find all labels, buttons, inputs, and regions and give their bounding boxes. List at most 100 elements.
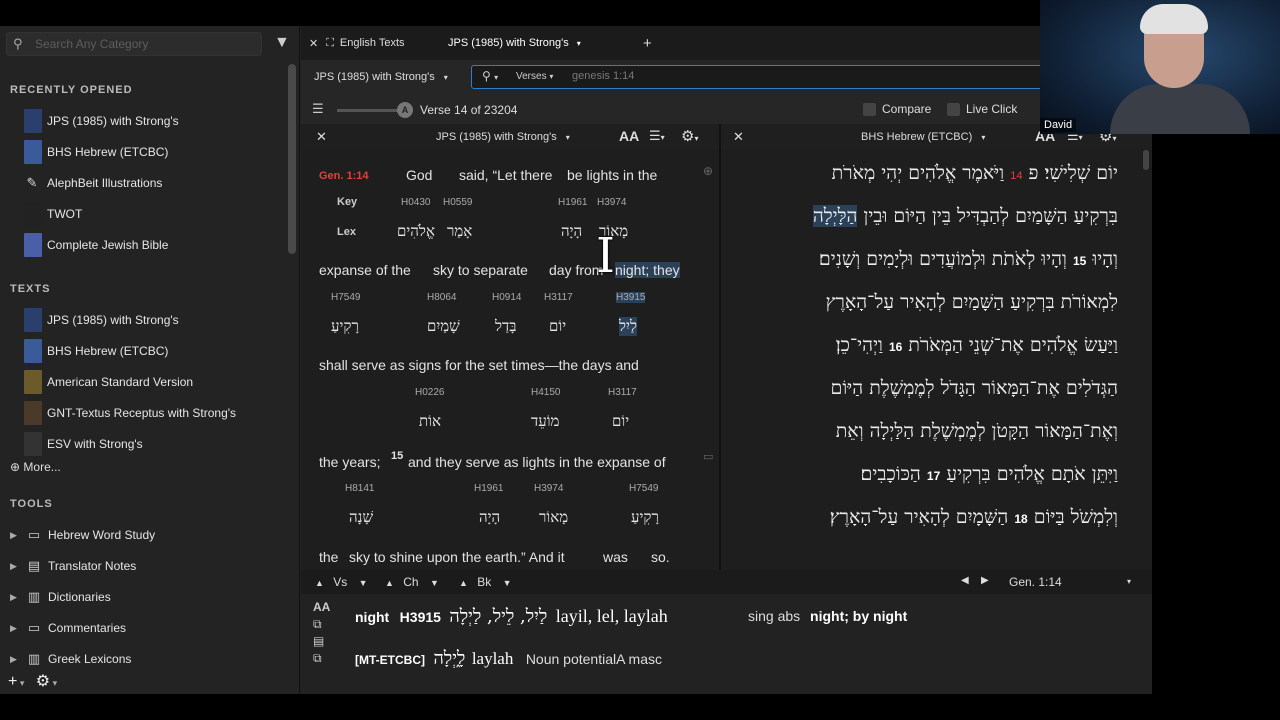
recent-item[interactable]: Complete Jewish Bible — [24, 232, 284, 258]
tab-jps[interactable]: JPS (1985) with Strong's ▾ — [448, 26, 581, 60]
verse-number[interactable]: 15 — [1073, 254, 1086, 268]
hebrew-verse-line[interactable]: וַיַּעַשׂ אֱלֹהִים אֶת־שְׁנֵי הַמְּאֹרֹת… — [836, 334, 1118, 357]
expand-triangle-icon[interactable]: ▶ — [10, 592, 20, 603]
expand-triangle-icon[interactable]: ▶ — [10, 561, 20, 572]
note-icon[interactable]: ▭ — [703, 450, 713, 463]
recent-item[interactable]: ✎ AlephBeit Illustrations — [24, 170, 284, 196]
hebrew-text[interactable]: וְלִמְשֹׁל בַּיּוֹם — [1034, 506, 1118, 528]
hebrew-lemma[interactable]: יוֹם — [549, 317, 566, 336]
hebrew-lemma[interactable]: מוֹעֵד — [531, 412, 559, 431]
english-word[interactable]: said, “Let there — [459, 167, 552, 183]
recent-item[interactable]: BHS Hebrew (ETCBC) — [24, 139, 284, 165]
hebrew-lemma-selected[interactable]: לַיִל — [619, 317, 637, 336]
live-click-toggle[interactable]: Live Click — [947, 102, 1017, 116]
hebrew-verse-line[interactable]: לִמְאוֹרֹת בִּרְקִיעַ הַשָּׁמַיִם לְהָאִ… — [826, 291, 1118, 314]
strongs-number[interactable]: H7549 — [629, 483, 658, 494]
font-size-icon[interactable]: AA — [313, 600, 333, 617]
right-pane-scrollbar[interactable] — [1143, 150, 1149, 170]
reference-select[interactable]: Gen. 1:14 ▾ — [1009, 575, 1131, 589]
expand-triangle-icon[interactable]: ▶ — [10, 623, 20, 634]
strongs-number[interactable]: H3117 — [544, 292, 573, 303]
hebrew-lemma[interactable]: הָיָה — [479, 508, 500, 527]
hebrew-verse-line[interactable]: וַיִּתֵּן אֹתָם אֱלֹהִים בִּרְקִיעַ 17 ה… — [861, 463, 1119, 486]
english-word[interactable]: shall serve as signs for the set times—t… — [319, 357, 639, 373]
slider-knob[interactable]: A — [397, 102, 413, 118]
live-click-checkbox[interactable] — [947, 102, 960, 116]
selected-strongs[interactable]: H3915 — [400, 609, 441, 625]
english-word[interactable]: God — [406, 167, 432, 183]
strongs-number[interactable]: H4150 — [531, 387, 560, 398]
english-word[interactable]: sky to shine upon the earth.” And it — [349, 549, 565, 565]
list-icon[interactable]: ☰ — [312, 101, 324, 117]
hebrew-verse-line[interactable]: בִּרְקִיעַ הַשָּׁמַיִם לְהַבְדִּיל בֵּין… — [812, 205, 1118, 228]
hebrew-text[interactable]: יוֹם שְׁלִישִׁי׃ פ — [1029, 162, 1119, 184]
add-tab-button[interactable]: + — [643, 26, 652, 60]
compare-toggle[interactable]: Compare — [863, 102, 931, 116]
chapter-nav[interactable]: ▲ Ch ▼ — [385, 575, 439, 589]
hebrew-text[interactable]: וַיִּתֵּן אֹתָם אֱלֹהִים בִּרְקִיעַ — [946, 463, 1118, 485]
tool-item[interactable]: ▶ ▭ Hebrew Word Study — [10, 523, 280, 547]
more-link[interactable]: ⊕ More... — [10, 460, 61, 474]
strongs-number[interactable]: H8064 — [427, 292, 456, 303]
gear-icon[interactable]: ⚙▾ — [681, 127, 698, 145]
strongs-number[interactable]: H3974 — [597, 197, 626, 208]
english-word[interactable]: the years; — [319, 454, 380, 470]
english-word[interactable]: and they serve as lights in the expanse … — [408, 454, 666, 470]
add-note-icon[interactable]: ⊕ — [703, 164, 713, 178]
left-pane-title[interactable]: JPS (1985) with Strong's ▾ — [436, 131, 570, 143]
gear-icon[interactable]: ⚙ — [36, 673, 50, 690]
expand-icon[interactable]: ⛶ — [326, 37, 334, 50]
hebrew-verse-line[interactable]: וְהָיוּ 15 וְהָיוּ לְאֹתֹת וּלְמוֹעֲדִים… — [819, 248, 1118, 271]
sidebar-scrollbar[interactable] — [288, 64, 296, 254]
add-icon[interactable]: + — [8, 673, 17, 690]
hebrew-lemma[interactable]: מָאוֹר — [539, 508, 568, 527]
hebrew-lemma[interactable]: הָיָה — [561, 222, 582, 241]
strongs-number[interactable]: H3117 — [608, 387, 637, 398]
expand-triangle-icon[interactable]: ▶ — [10, 530, 20, 541]
strongs-number[interactable]: H0430 — [401, 197, 430, 208]
version-select[interactable]: JPS (1985) with Strong's ▾ — [314, 71, 448, 83]
recent-item[interactable]: JPS (1985) with Strong's — [24, 108, 284, 134]
verse-number[interactable]: 14 — [1010, 170, 1022, 182]
tab-english-texts[interactable]: ✕ ⛶ English Texts — [309, 26, 405, 60]
hebrew-lemma[interactable]: בָּדַל — [495, 317, 516, 336]
verse-number[interactable]: 18 — [1014, 512, 1027, 526]
tool-item[interactable]: ▶ ▥ Dictionaries — [10, 585, 280, 609]
english-word[interactable]: expanse of the — [319, 262, 411, 278]
window-icon[interactable]: ⧉ — [313, 651, 333, 668]
text-item[interactable]: JPS (1985) with Strong's — [24, 307, 284, 333]
english-word[interactable]: was — [603, 549, 628, 565]
compare-checkbox[interactable] — [863, 102, 876, 116]
expand-triangle-icon[interactable]: ▶ — [10, 654, 20, 665]
hebrew-verse-line[interactable]: הַגְּדֹלִים אֶת־הַמָּאוֹר הַגָּדֹל לְמֶמ… — [831, 377, 1118, 400]
strongs-number[interactable]: H0226 — [415, 387, 444, 398]
strongs-number[interactable]: H0559 — [443, 197, 472, 208]
verse-number[interactable]: 16 — [889, 340, 902, 354]
hebrew-word-selected[interactable]: הַלָּיְלָה — [812, 205, 858, 227]
hebrew-verse-line[interactable]: יוֹם שְׁלִישִׁי׃ פ 14 וַיֹּאמֶר אֱלֹהִים… — [832, 162, 1118, 185]
hebrew-text[interactable]: וַיַּעַשׂ אֱלֹהִים אֶת־שְׁנֵי הַמְּאֹרֹת — [908, 334, 1118, 356]
close-icon[interactable]: ✕ — [316, 129, 327, 145]
english-word[interactable]: the — [319, 549, 338, 565]
hebrew-lemma[interactable]: רָקִיעַ — [631, 508, 659, 527]
strongs-number[interactable]: H0914 — [492, 292, 521, 303]
font-size-icon[interactable]: AA — [619, 128, 639, 144]
close-icon[interactable]: ✕ — [733, 129, 744, 145]
recent-item[interactable]: TWOT — [24, 201, 284, 227]
strongs-number-selected[interactable]: H3915 — [616, 292, 646, 303]
hebrew-text[interactable]: וַיְהִי־כֵן׃ — [836, 334, 883, 356]
hebrew-lemma[interactable]: יוֹם — [612, 412, 629, 431]
hebrew-text[interactable]: הַכּוֹכָבִים׃ — [861, 463, 921, 485]
book-nav[interactable]: ▲ Bk ▼ — [459, 575, 512, 589]
hebrew-lemma[interactable]: רָקִיעַ — [331, 317, 359, 336]
prev-arrow-icon[interactable]: ◀ — [961, 575, 969, 586]
text-align-icon[interactable]: ☰▾ — [649, 128, 665, 144]
english-word[interactable]: so. — [651, 549, 670, 565]
search-mode-select[interactable]: Verses ▾ — [516, 71, 553, 82]
hebrew-lemma[interactable]: אָמַר — [447, 222, 472, 241]
copy-icon[interactable]: ⧉ — [313, 617, 333, 634]
close-icon[interactable]: ✕ — [309, 37, 318, 50]
right-pane-title[interactable]: BHS Hebrew (ETCBC) ▾ — [861, 131, 985, 143]
next-arrow-icon[interactable]: ▶ — [981, 575, 989, 586]
hebrew-verse-line[interactable]: וְאֶת־הַמָּאוֹר הַקָּטֹן לְמֶמְשֶׁלֶת הַ… — [836, 420, 1118, 443]
